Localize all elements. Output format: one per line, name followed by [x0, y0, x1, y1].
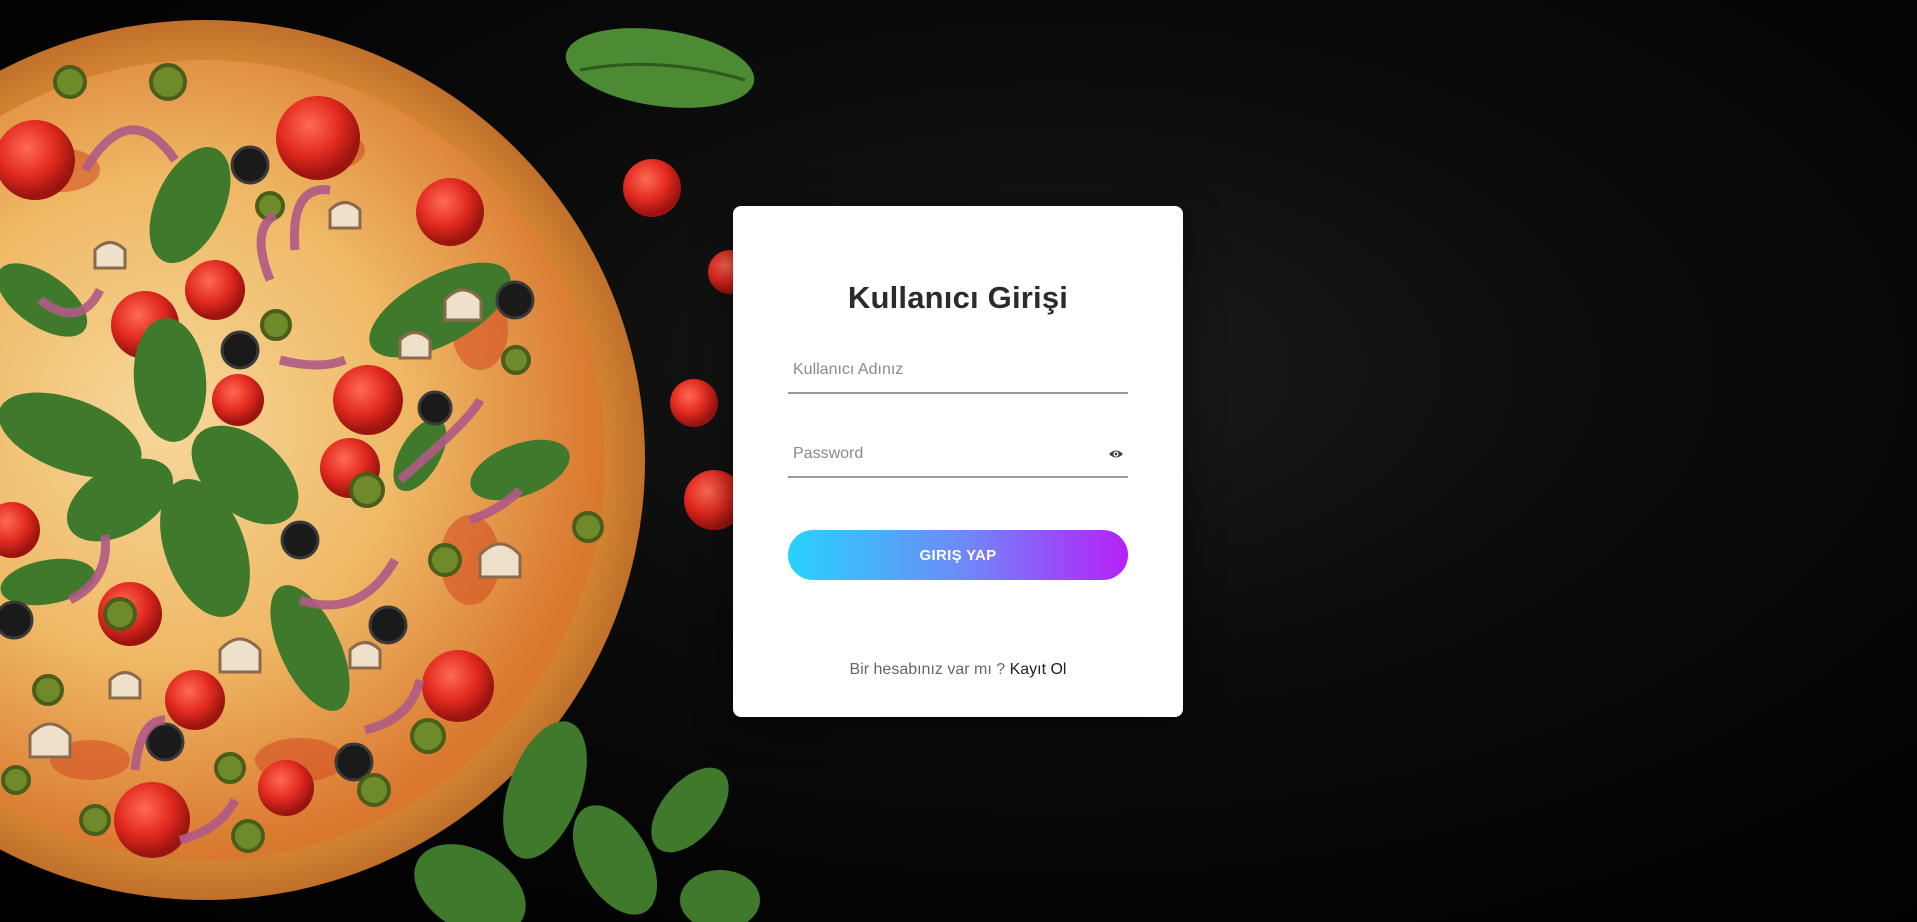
login-card: Kullanıcı Girişi GIRIŞ YAP Bir hesabınız…: [733, 206, 1183, 717]
login-button[interactable]: GIRIŞ YAP: [788, 530, 1128, 580]
password-field: [788, 434, 1128, 478]
eye-icon[interactable]: [1108, 446, 1124, 462]
signup-link[interactable]: Kayıt Ol: [1010, 661, 1067, 678]
login-page: Kullanıcı Girişi GIRIŞ YAP Bir hesabınız…: [0, 0, 1917, 922]
signup-row: Bir hesabınız var mı ? Kayıt Ol: [733, 661, 1183, 679]
password-input[interactable]: [788, 434, 1093, 474]
username-input[interactable]: [788, 350, 1093, 390]
username-field: [788, 350, 1128, 394]
login-title: Kullanıcı Girişi: [847, 280, 1069, 315]
signup-prompt: Bir hesabınız var mı ?: [849, 661, 1010, 678]
